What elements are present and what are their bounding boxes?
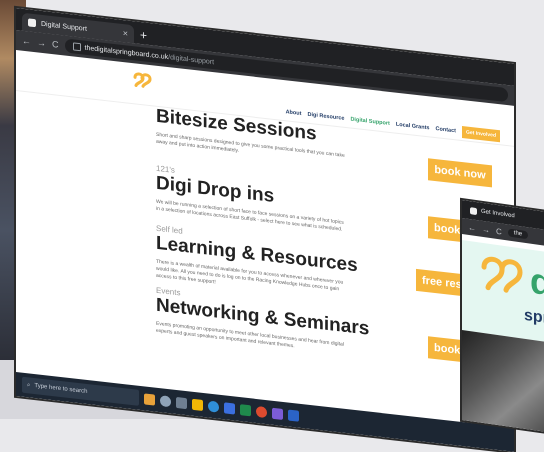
excel-icon[interactable] bbox=[240, 403, 251, 416]
forward-icon[interactable]: → bbox=[37, 37, 46, 48]
weather-icon[interactable] bbox=[144, 392, 155, 406]
url-path: /digital-support bbox=[168, 53, 215, 66]
lock-icon bbox=[72, 42, 81, 52]
chrome-icon[interactable] bbox=[256, 405, 267, 418]
reload-icon[interactable]: C bbox=[52, 39, 59, 50]
search-placeholder: Type here to search bbox=[34, 383, 88, 396]
tab-title: Digital Support bbox=[41, 20, 87, 33]
photographed-screen: Digital Support × + ← → C thedigitalspri… bbox=[0, 0, 544, 452]
back-icon[interactable]: ← bbox=[468, 222, 476, 232]
task-view-icon[interactable] bbox=[176, 396, 187, 409]
teams-icon[interactable] bbox=[272, 407, 283, 420]
brand-logo-icon bbox=[481, 256, 523, 293]
secondary-browser-window: Get Involved ← → C the d spr bbox=[462, 200, 544, 436]
close-icon[interactable]: × bbox=[123, 28, 128, 39]
forward-icon[interactable]: → bbox=[482, 224, 490, 234]
favicon-icon bbox=[28, 18, 36, 28]
brand-wordmark-sub: spr bbox=[524, 306, 544, 328]
nav-local-grants[interactable]: Local Grants bbox=[396, 122, 430, 132]
file-explorer-icon[interactable] bbox=[192, 398, 203, 411]
word-icon[interactable] bbox=[288, 409, 299, 422]
store-icon[interactable] bbox=[224, 401, 235, 415]
url-field[interactable]: the bbox=[507, 228, 529, 240]
brand-wordmark: d bbox=[530, 259, 544, 304]
nav-digi-resource[interactable]: Digi Resource bbox=[307, 112, 344, 122]
nav-contact[interactable]: Contact bbox=[436, 126, 456, 134]
site-logo-icon[interactable] bbox=[131, 69, 153, 93]
back-icon[interactable]: ← bbox=[22, 36, 31, 47]
tab-title[interactable]: Get Involved bbox=[481, 209, 515, 220]
book-now-button[interactable]: book now bbox=[428, 158, 492, 188]
favicon-icon bbox=[470, 206, 477, 215]
section-drop-ins: 121's Digi Drop ins We will be running a… bbox=[156, 164, 356, 235]
edge-icon[interactable] bbox=[208, 400, 219, 413]
browser-window: Digital Support × + ← → C thedigitalspri… bbox=[16, 8, 514, 452]
search-icon: ⌕ bbox=[27, 381, 31, 389]
hero-photo bbox=[462, 330, 544, 436]
new-tab-button[interactable]: + bbox=[140, 28, 147, 43]
reload-icon[interactable]: C bbox=[496, 226, 502, 236]
nav-about[interactable]: About bbox=[286, 109, 302, 117]
cortana-icon[interactable] bbox=[160, 394, 171, 407]
nav-digital-support[interactable]: Digital Support bbox=[350, 117, 389, 127]
